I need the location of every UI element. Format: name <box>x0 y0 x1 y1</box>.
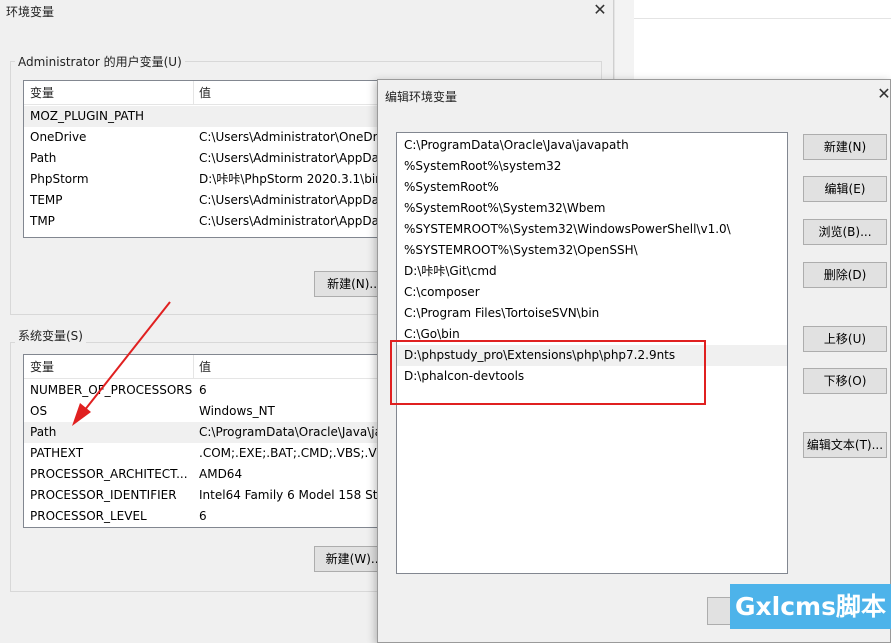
system-variables-label: 系统变量(S) <box>15 327 86 344</box>
close-icon[interactable]: ✕ <box>874 84 891 104</box>
list-item[interactable]: D:\咔咔\Git\cmd <box>397 261 787 282</box>
move-down-button[interactable]: 下移(O) <box>803 368 887 394</box>
close-icon[interactable]: ✕ <box>590 0 610 20</box>
variable-name: Path <box>30 425 57 439</box>
variable-name: Path <box>30 151 57 165</box>
highlight-box <box>390 340 706 405</box>
variable-name: PROCESSOR_ARCHITECT... <box>30 467 188 481</box>
variable-name: OneDrive <box>30 130 87 144</box>
variable-value: D:\咔咔\PhpStorm 2020.3.1\bin <box>199 172 383 186</box>
variable-name: PROCESSOR_IDENTIFIER <box>30 488 177 502</box>
list-item[interactable]: %SystemRoot% <box>397 177 787 198</box>
watermark-logo: Gxlcms脚本 <box>730 584 891 629</box>
list-item[interactable]: %SYSTEMROOT%\System32\OpenSSH\ <box>397 240 787 261</box>
background-divider <box>634 18 891 19</box>
column-header-variable[interactable]: 变量 <box>24 355 54 379</box>
variable-value: C:\Users\Administrator\OneDri <box>199 130 381 144</box>
column-header-value[interactable]: 值 <box>193 355 211 379</box>
variable-value: C:\ProgramData\Oracle\Java\ja <box>199 425 382 439</box>
list-item[interactable]: %SYSTEMROOT%\System32\WindowsPowerShell\… <box>397 219 787 240</box>
variable-value: Windows_NT <box>199 404 275 418</box>
edit-button[interactable]: 编辑(E) <box>803 176 887 202</box>
column-header-variable[interactable]: 变量 <box>24 81 54 105</box>
variable-name: PhpStorm <box>30 172 89 186</box>
user-variables-label: Administrator 的用户变量(U) <box>15 53 185 70</box>
variable-value: .COM;.EXE;.BAT;.CMD;.VBS;.VBI <box>199 446 389 460</box>
variable-name: TMP <box>30 214 55 228</box>
variable-name: PATHEXT <box>30 446 84 460</box>
browse-button[interactable]: 浏览(B)... <box>803 219 887 245</box>
variable-name: MOZ_PLUGIN_PATH <box>30 109 145 123</box>
dialog-title: 编辑环境变量 <box>385 90 458 104</box>
edit-text-button[interactable]: 编辑文本(T)... <box>803 432 887 458</box>
column-header-value[interactable]: 值 <box>193 81 211 105</box>
list-item[interactable]: C:\Program Files\TortoiseSVN\bin <box>397 303 787 324</box>
dialog-title: 环境变量 <box>6 5 55 19</box>
list-item[interactable]: C:\composer <box>397 282 787 303</box>
variable-value: 6 <box>199 383 207 397</box>
new-button[interactable]: 新建(N) <box>803 134 887 160</box>
variable-name: PROCESSOR_LEVEL <box>30 509 147 523</box>
variable-name: OS <box>30 404 48 418</box>
variable-value: C:\Users\Administrator\AppDa <box>199 214 379 228</box>
list-item[interactable]: %SystemRoot%\system32 <box>397 156 787 177</box>
variable-value: C:\Users\Administrator\AppDa <box>199 151 379 165</box>
variable-value: Intel64 Family 6 Model 158 Ste <box>199 488 385 502</box>
variable-value: AMD64 <box>199 467 243 481</box>
variable-value: 6 <box>199 509 207 523</box>
list-item[interactable]: C:\ProgramData\Oracle\Java\javapath <box>397 135 787 156</box>
list-item[interactable]: %SystemRoot%\System32\Wbem <box>397 198 787 219</box>
variable-name: NUMBER_OF_PROCESSORS <box>30 383 193 397</box>
variable-value: C:\Users\Administrator\AppDa <box>199 193 379 207</box>
move-up-button[interactable]: 上移(U) <box>803 326 887 352</box>
delete-button[interactable]: 删除(D) <box>803 262 887 288</box>
variable-name: TEMP <box>30 193 63 207</box>
